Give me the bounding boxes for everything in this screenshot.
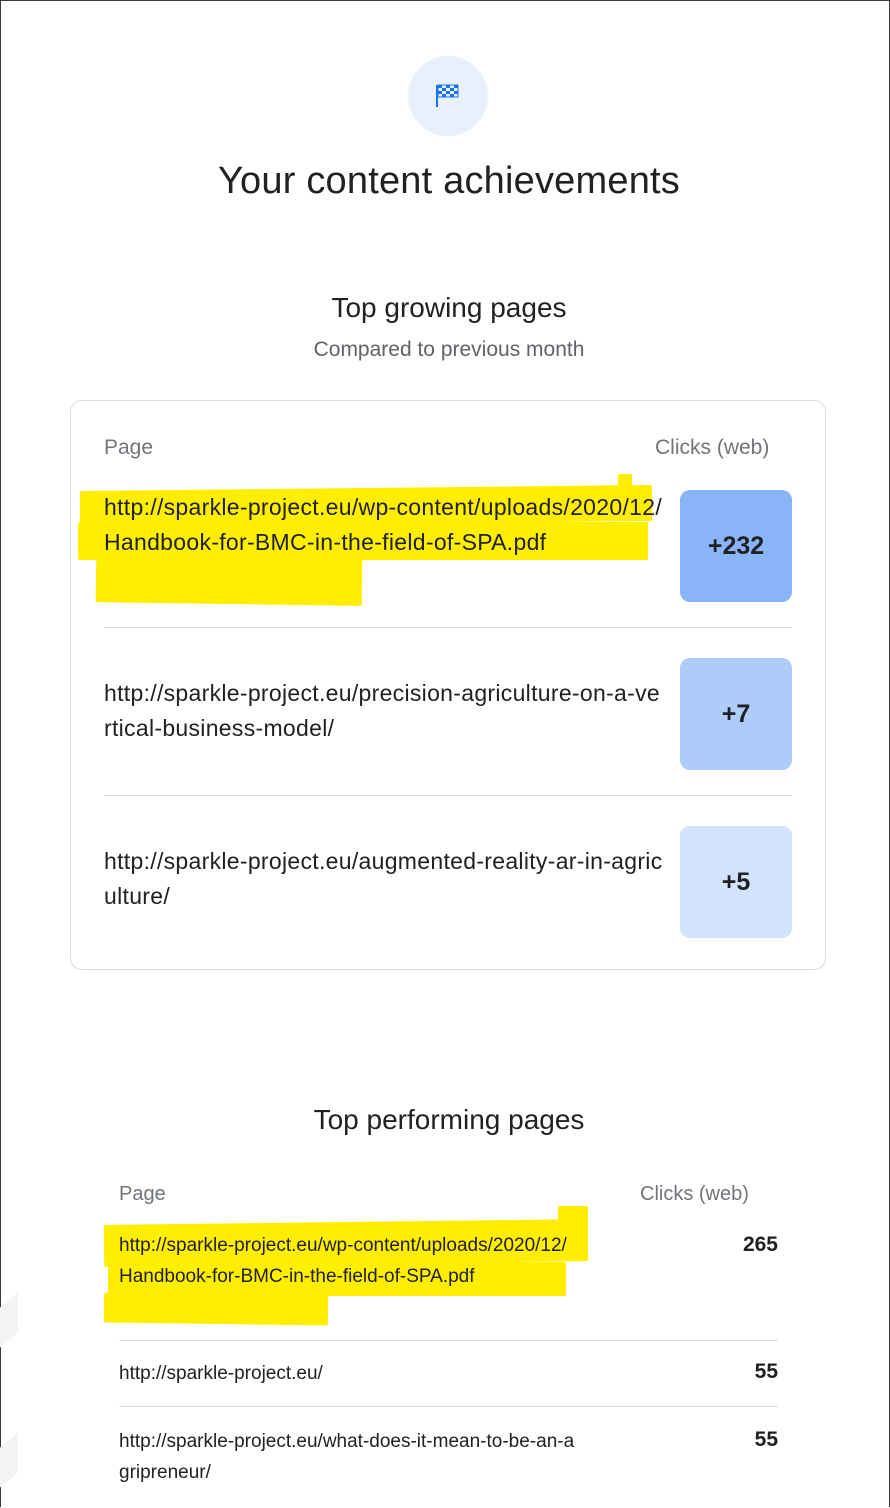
highlight-mark [103, 1292, 329, 1326]
growing-section-subtitle: Compared to previous month [313, 338, 585, 361]
growing-row-value-badge: +232 [680, 490, 792, 602]
growing-row-value-badge: +7 [680, 658, 792, 770]
achievements-badge [408, 56, 488, 136]
row-divider [104, 627, 792, 628]
growing-row-url[interactable]: http://sparkle-project.eu/wp-content/upl… [104, 490, 664, 560]
growing-section-title: Top growing pages [331, 292, 567, 323]
growing-row-url[interactable]: http://sparkle-project.eu/augmented-real… [104, 844, 664, 914]
performing-col-clicks: Clicks (web) [640, 1183, 749, 1205]
growing-col-page: Page [104, 436, 154, 459]
growing-row-value-badge: +5 [680, 826, 792, 938]
highlight-mark [558, 1206, 588, 1230]
growing-row-url[interactable]: http://sparkle-project.eu/precision-agri… [104, 676, 664, 746]
row-divider [119, 1340, 778, 1341]
performing-row-url[interactable]: http://sparkle-project.eu/ [119, 1358, 579, 1389]
checkered-flag-icon [436, 84, 459, 107]
performing-row-value: 55 [754, 1428, 778, 1451]
performing-col-page: Page [119, 1183, 166, 1205]
performing-row-url[interactable]: http://sparkle-project.eu/wp-content/upl… [119, 1230, 579, 1292]
page-title: Your content achievements [217, 160, 680, 202]
performing-row-url[interactable]: http://sparkle-project.eu/what-does-it-m… [119, 1426, 579, 1488]
growing-row[interactable]: http://sparkle-project.eu/augmented-real… [104, 826, 792, 994]
growing-row[interactable]: http://sparkle-project.eu/wp-content/upl… [104, 490, 792, 658]
growing-col-clicks: Clicks (web) [655, 436, 770, 459]
row-divider [104, 795, 792, 796]
growing-row[interactable]: http://sparkle-project.eu/precision-agri… [104, 658, 792, 826]
performing-row-value: 55 [754, 1360, 778, 1383]
performing-section-title: Top performing pages [313, 1104, 585, 1135]
row-divider [119, 1406, 778, 1407]
performing-row-value: 265 [742, 1233, 778, 1256]
